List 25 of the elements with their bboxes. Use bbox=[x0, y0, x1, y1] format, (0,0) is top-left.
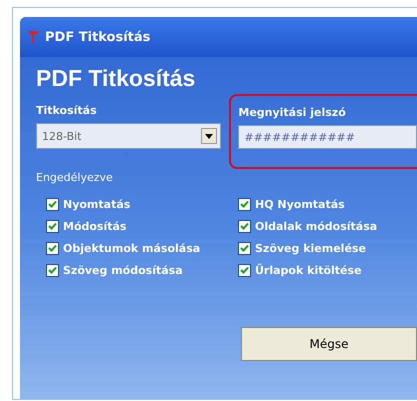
field-label: Titkosítás bbox=[36, 104, 98, 117]
encryption-dropdown[interactable]: 128-Bit bbox=[36, 123, 222, 149]
checkbox[interactable] bbox=[238, 220, 251, 233]
checkbox-label: Módosítás bbox=[63, 220, 126, 233]
app-icon bbox=[28, 30, 40, 44]
checkbox-label: HQ Nyomtatás bbox=[255, 198, 345, 211]
password-field[interactable]: ############ bbox=[238, 125, 417, 149]
checkbox[interactable] bbox=[238, 198, 251, 211]
checkbox[interactable] bbox=[238, 264, 251, 277]
checkbox-label: Szöveg módosítása bbox=[63, 264, 183, 277]
dialog-heading: PDF Titkosítás bbox=[36, 65, 196, 92]
checkbox[interactable] bbox=[46, 242, 59, 255]
checkbox-label: Nyomtatás bbox=[63, 198, 130, 211]
checkbox[interactable] bbox=[238, 242, 251, 255]
field-label: Megnyitási jelszó bbox=[238, 106, 347, 119]
checkbox-label: Objektumok másolása bbox=[63, 242, 200, 255]
checkbox-label: Űrlapok kitöltése bbox=[255, 264, 362, 277]
checkbox[interactable] bbox=[46, 264, 59, 277]
checkbox[interactable] bbox=[46, 198, 59, 211]
checkbox-label: Szöveg kiemelése bbox=[255, 242, 366, 255]
checkbox[interactable] bbox=[46, 220, 59, 233]
window-title: PDF Titkosítás bbox=[45, 30, 150, 44]
section-label: Engedélyezve bbox=[36, 171, 114, 184]
checkbox-label: Oldalak módosítása bbox=[255, 220, 378, 233]
cancel-button[interactable]: Mégse bbox=[241, 327, 417, 361]
